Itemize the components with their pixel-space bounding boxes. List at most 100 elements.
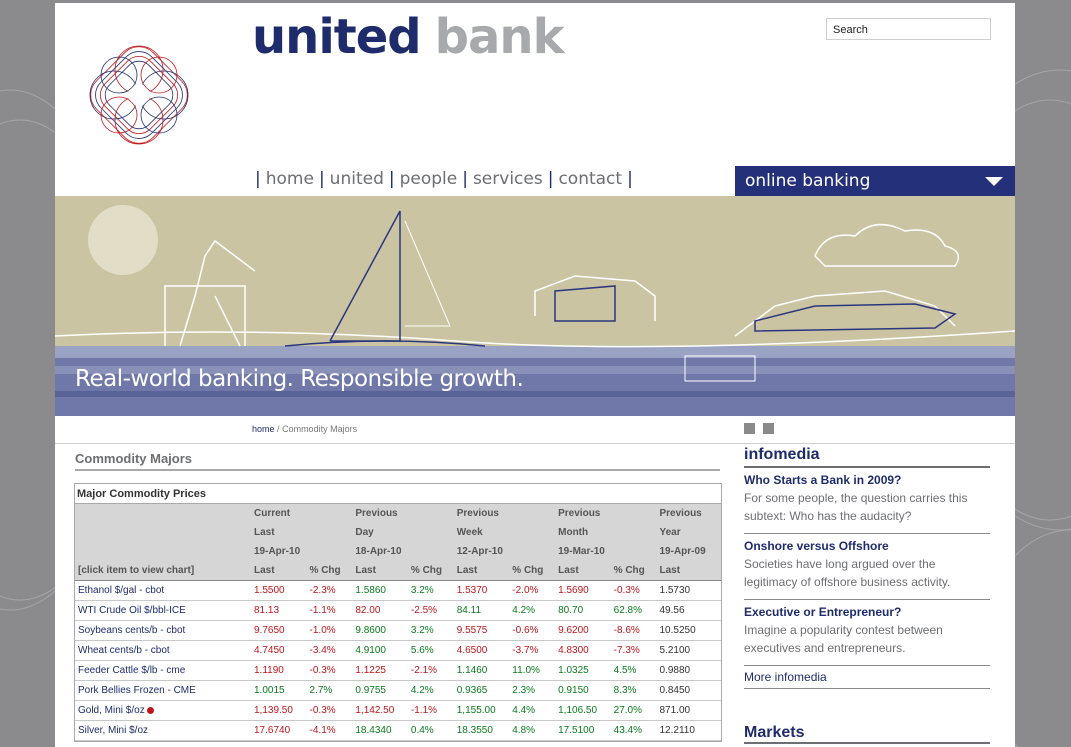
cell: 1.5730 [656, 580, 721, 601]
table-caption: Major Commodity Prices [75, 484, 721, 504]
hero-banner: Real-world banking. Responsible growth. [55, 196, 1015, 416]
sidebar-article[interactable]: Executive or Entrepreneur? Imagine a pop… [744, 600, 990, 666]
cell: -2.5% [407, 600, 454, 621]
cell: 27.0% [610, 700, 657, 721]
banner-tagline: Real-world banking. Responsible growth. [75, 366, 524, 392]
sidebar-article[interactable]: Who Starts a Bank in 2009? For some peop… [744, 468, 990, 534]
col-chg: % Chg [407, 561, 454, 581]
commodity-name[interactable]: Pork Bellies Frozen - CME [75, 680, 251, 701]
col-date: 19-Apr-10 [251, 542, 353, 561]
cell: 4.7450 [251, 640, 307, 661]
cell: 62.8% [610, 600, 657, 621]
brand-wordmark: united bank [252, 9, 564, 65]
cell: 1,142.50 [352, 700, 408, 721]
nav-united[interactable]: united [330, 169, 384, 189]
cell: -7.3% [610, 640, 657, 661]
markets-heading: Markets [744, 724, 990, 744]
commodity-name[interactable]: Ethanol $/gal - cbot [75, 580, 251, 601]
cell: -4.1% [306, 720, 353, 741]
col-prev-month: Previous [555, 504, 657, 523]
article-desc: Societies have long argued over the legi… [744, 557, 951, 589]
table-row[interactable]: Pork Bellies Frozen - CME 1.0015 2.7% 0.… [75, 680, 721, 701]
divider [55, 443, 1015, 444]
cell: -3.7% [509, 640, 556, 661]
table-row[interactable]: Gold, Mini $/oz 1,139.50 -0.3% 1,142.50 … [75, 700, 721, 721]
cell: 0.9150 [555, 680, 611, 701]
main-nav: | home | united | people | services | contact | [255, 169, 633, 189]
col-prev-year: Previous [656, 504, 721, 523]
article-title[interactable]: Who Starts a Bank in 2009? [744, 473, 990, 487]
commodity-name[interactable]: Feeder Cattle $/lb - cme [75, 660, 251, 681]
print-icon[interactable] [763, 423, 774, 434]
breadcrumb-separator: / [277, 424, 280, 434]
page-tools [744, 421, 782, 439]
col-date: 19-Mar-10 [555, 542, 657, 561]
cell: -1.1% [306, 600, 353, 621]
commodity-name[interactable]: Silver, Mini $/oz [75, 720, 251, 741]
commodity-name[interactable]: Gold, Mini $/oz [75, 700, 251, 721]
cell: 80.70 [555, 600, 611, 621]
cell: 3.2% [407, 620, 454, 641]
table-row[interactable]: Feeder Cattle $/lb - cme 1.1190 -0.3% 1.… [75, 660, 721, 681]
cell: 17.5100 [555, 720, 611, 741]
commodity-name[interactable]: Soybeans cents/b - cbot [75, 620, 251, 641]
nav-home[interactable]: home [266, 169, 314, 189]
cell: 4.6500 [453, 640, 510, 661]
cell: -1.1% [407, 700, 454, 721]
cell: 81.13 [251, 600, 307, 621]
cell: 18.3550 [453, 720, 510, 741]
commodity-name-text: Gold, Mini $/oz [78, 705, 145, 716]
cell: 8.3% [610, 680, 657, 701]
search-input[interactable]: Search [826, 18, 991, 40]
table-row[interactable]: Silver, Mini $/oz 17.6740 -4.1% 18.4340 … [75, 720, 721, 741]
breadcrumb-current: Commodity Majors [282, 424, 358, 434]
col-label: Last [251, 523, 353, 542]
article-title[interactable]: Executive or Entrepreneur? [744, 605, 990, 619]
cell: 4.4% [509, 700, 556, 721]
cell: 9.8600 [352, 620, 408, 641]
cell: 4.2% [407, 680, 454, 701]
cell: 1.1460 [453, 660, 510, 681]
col-prev-day: Previous [352, 504, 454, 523]
table-row[interactable]: WTI Crude Oil $/bbl-ICE 81.13 -1.1% 82.0… [75, 600, 721, 621]
cell: 43.4% [610, 720, 657, 741]
nav-contact[interactable]: contact [558, 169, 622, 189]
col-chg: % Chg [610, 561, 657, 581]
commodity-name[interactable]: WTI Crude Oil $/bbl-ICE [75, 600, 251, 621]
cell: -1.0% [306, 620, 353, 641]
table-row[interactable]: Soybeans cents/b - cbot 9.7650 -1.0% 9.8… [75, 620, 721, 641]
cell: 18.4340 [352, 720, 408, 741]
page-title: Commodity Majors [75, 451, 193, 466]
cell: 0.8450 [656, 680, 721, 701]
cell: 5.2100 [656, 640, 721, 661]
breadcrumb-home[interactable]: home [252, 424, 275, 434]
article-title[interactable]: Onshore versus Offshore [744, 539, 990, 553]
cell: 17.6740 [251, 720, 307, 741]
cell: -2.1% [407, 660, 454, 681]
col-date: 18-Apr-10 [352, 542, 454, 561]
table-row[interactable]: Ethanol $/gal - cbot 1.5500 -2.3% 1.5860… [75, 580, 721, 601]
table-row[interactable]: Wheat cents/b - cbot 4.7450 -3.4% 4.9100… [75, 640, 721, 661]
nav-people[interactable]: people [400, 169, 458, 189]
col-label: Week [453, 523, 556, 542]
rss-icon[interactable] [744, 423, 755, 434]
cell: 12.2110 [656, 720, 721, 741]
commodity-name[interactable]: Wheat cents/b - cbot [75, 640, 251, 661]
united-bank-logo[interactable] [69, 25, 209, 165]
col-chg: % Chg [509, 561, 556, 581]
cell: -2.0% [509, 580, 556, 601]
sidebar-article[interactable]: Onshore versus Offshore Societies have l… [744, 534, 990, 600]
cell: 1.1190 [251, 660, 307, 681]
col-prev-week: Previous [453, 504, 556, 523]
nav-services[interactable]: services [473, 169, 543, 189]
cell: 84.11 [453, 600, 510, 621]
cell: 1.0015 [251, 680, 307, 701]
col-last: Last [656, 561, 721, 581]
cell: -0.6% [509, 620, 556, 641]
alert-icon [147, 706, 155, 714]
online-banking-dropdown[interactable]: online banking [735, 166, 1015, 196]
cell: -8.6% [610, 620, 657, 641]
cell: 0.9880 [656, 660, 721, 681]
more-infomedia-link[interactable]: More infomedia [744, 666, 990, 689]
col-last: Last [555, 561, 611, 581]
